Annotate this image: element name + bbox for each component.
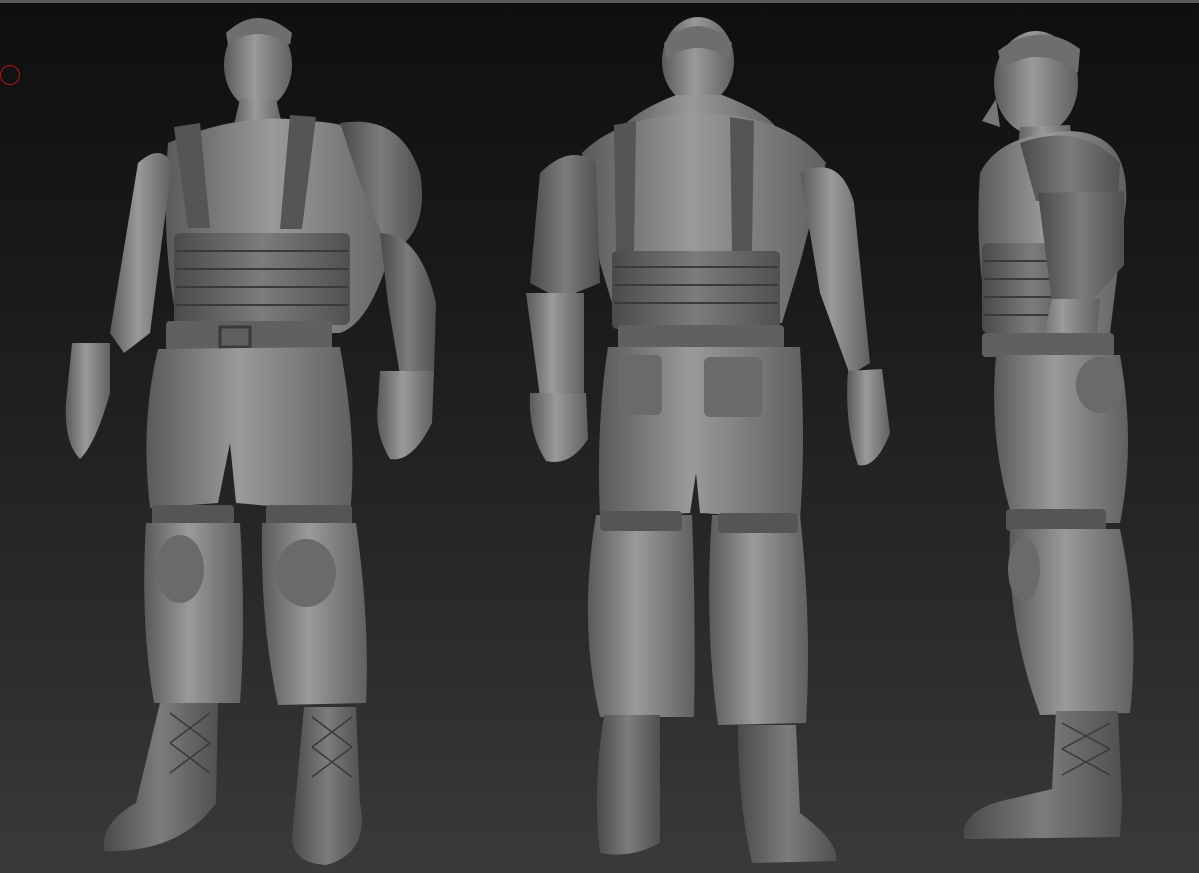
- sculpt-view-side[interactable]: [940, 3, 1199, 873]
- sculpt-view-front[interactable]: [40, 3, 460, 873]
- character-model-side: [963, 31, 1134, 839]
- brush-cursor-icon: [0, 65, 20, 85]
- sculpt-view-back[interactable]: [500, 3, 920, 873]
- character-model-back: [526, 17, 890, 863]
- zbrush-canvas[interactable]: [0, 0, 1199, 873]
- character-model-front: [65, 18, 436, 865]
